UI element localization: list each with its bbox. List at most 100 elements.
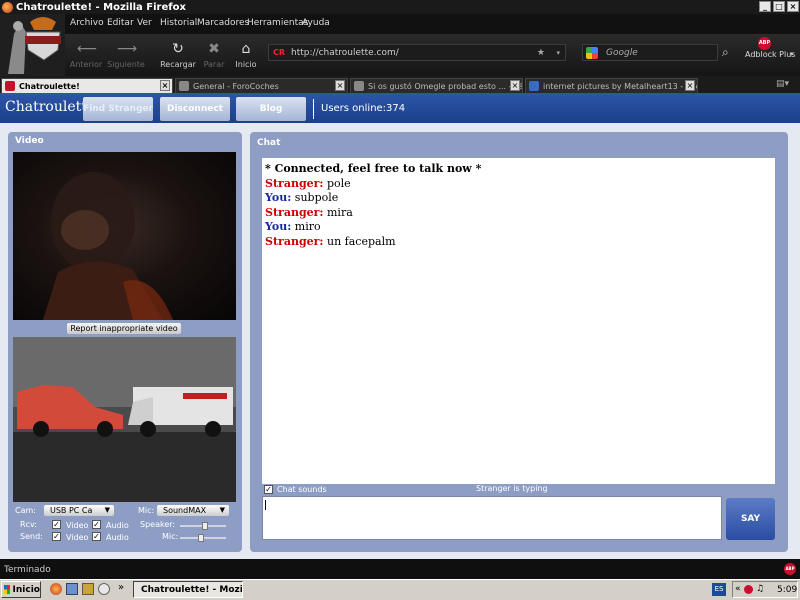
message-text: mira (327, 205, 353, 219)
message-sender: Stranger: (265, 176, 324, 190)
message-sender: Stranger: (265, 205, 324, 219)
rcv-video-checkbox[interactable]: ✓ (52, 520, 61, 529)
status-bar: Terminado ABP (0, 559, 800, 579)
back-button[interactable]: ⟵ Anterior (66, 39, 106, 73)
adblock-tray-icon[interactable] (744, 585, 753, 594)
forocoches-favicon-icon (179, 81, 189, 91)
taskbar-item-firefox[interactable]: Chatroulette! - Mozill... (133, 581, 243, 598)
adblock-label[interactable]: Adblock Plus (745, 50, 795, 59)
report-video-button[interactable]: Report inappropriate video (67, 323, 181, 334)
status-text: Terminado (4, 565, 51, 575)
start-button[interactable]: Inicio (1, 581, 41, 598)
reload-icon: ↻ (172, 41, 184, 57)
find-stranger-button[interactable]: Find Stranger (83, 97, 153, 121)
url-bar[interactable]: CR http://chatroulette.com/ ★ ▾ (268, 44, 566, 61)
close-window-button[interactable]: × (787, 1, 799, 12)
speaker-tray-icon[interactable]: ♫ (756, 584, 764, 594)
send-audio-checkbox[interactable]: ✓ (92, 532, 101, 541)
chevron-down-icon: ▼ (219, 506, 225, 514)
rcv-audio-label: Audio (106, 521, 129, 530)
stranger-video (13, 152, 236, 320)
message-sender: Stranger: (265, 234, 324, 248)
reload-button[interactable]: ↻ Recargar (158, 39, 198, 73)
tab-close-icon[interactable]: × (685, 80, 695, 91)
say-button[interactable]: SAY (726, 498, 775, 540)
chat-message-input[interactable] (262, 496, 722, 540)
bookmark-star-icon[interactable]: ★ (537, 48, 545, 58)
forum-favicon-icon (354, 81, 364, 91)
message-sender: You: (265, 220, 292, 233)
users-online-count: Users online:374 (321, 103, 406, 114)
search-placeholder: Google (606, 47, 638, 58)
maximize-button[interactable]: □ (773, 1, 785, 12)
tab-photobucket[interactable]: internet pictures by Metalheart13 - Pho.… (525, 78, 698, 93)
search-icon[interactable]: ⌕ (722, 45, 729, 60)
send-video-checkbox[interactable]: ✓ (52, 532, 61, 541)
blog-button[interactable]: Blog (236, 97, 306, 121)
photobucket-favicon-icon (529, 81, 539, 91)
speaker-slider-knob[interactable] (202, 522, 208, 530)
search-input[interactable]: Google (582, 44, 718, 61)
window-title: Chatroulette! - Mozilla Firefox (16, 1, 186, 13)
tab-close-icon[interactable]: × (335, 80, 345, 91)
menu-ayuda[interactable]: Ayuda (302, 18, 330, 28)
chat-sounds-checkbox[interactable]: ✓ (264, 485, 273, 494)
mic-volume-slider[interactable] (180, 534, 226, 542)
my-webcam-video (13, 337, 236, 502)
disconnect-button[interactable]: Disconnect (160, 97, 230, 121)
rcv-audio-checkbox[interactable]: ✓ (92, 520, 101, 529)
system-message: * Connected, feel free to talk now * (265, 162, 482, 175)
explorer-quicklaunch-icon[interactable] (66, 583, 78, 595)
chat-message: Stranger: pole (265, 177, 772, 192)
folder-quicklaunch-icon[interactable] (82, 583, 94, 595)
message-text: pole (327, 176, 351, 190)
chat-panel-title: Chat (257, 138, 281, 148)
header-divider (313, 99, 314, 119)
chat-message: You: subpole (265, 191, 772, 206)
minimize-button[interactable]: _ (759, 1, 771, 12)
menu-ver[interactable]: Ver (137, 18, 152, 28)
tray-expand-icon[interactable]: « (735, 584, 741, 594)
menu-marcadores[interactable]: Marcadores (197, 18, 249, 28)
menu-archivo[interactable]: Archivo (70, 18, 104, 28)
adblock-status-icon[interactable]: ABP (784, 563, 796, 575)
video-panel-title: Video (15, 136, 44, 146)
adblock-dropdown-icon[interactable]: ▾ (790, 50, 794, 58)
quicklaunch-more-icon[interactable]: » (118, 582, 124, 593)
window-titlebar: Chatroulette! - Mozilla Firefox _ □ × (0, 0, 800, 14)
message-sender: You: (265, 191, 292, 204)
message-text: un facepalm (327, 234, 396, 248)
adblock-icon[interactable]: ABP (758, 37, 771, 50)
mic-slider-knob[interactable] (198, 534, 204, 542)
menu-historial[interactable]: Historial (160, 18, 197, 28)
tab-forocoches[interactable]: General - ForoCoches × (175, 78, 348, 93)
tab-list-icon[interactable]: ▤▾ (776, 79, 789, 89)
cam-select[interactable]: USB PC Ca ▼ (44, 505, 114, 516)
send-video-label: Video (66, 533, 89, 542)
rcv-label: Rcv: (20, 520, 37, 529)
cam-label: Cam: (15, 506, 36, 515)
mic-select[interactable]: SoundMAX ▼ (157, 505, 229, 516)
app-quicklaunch-icon[interactable] (98, 583, 110, 595)
speaker-label: Speaker: (140, 520, 176, 529)
tab-omegle-thread[interactable]: Si os gustó Omegle probad esto ... - Pá.… (350, 78, 523, 93)
typing-status: Stranger is typing (476, 484, 548, 493)
home-button[interactable]: ⌂ Inicio (226, 39, 266, 73)
chatroulette-logo[interactable]: Chatroulette (5, 99, 95, 115)
menu-herramientas[interactable]: Herramientas (247, 18, 308, 28)
forward-button[interactable]: ⟶ Siguiente (106, 39, 146, 73)
tab-chatroulette[interactable]: Chatroulette! × (1, 78, 173, 93)
message-list: Stranger: pole You: subpole Stranger: mira… (265, 177, 772, 250)
speaker-volume-slider[interactable] (180, 522, 226, 530)
tab-close-icon[interactable]: × (510, 80, 520, 91)
windows-logo-icon (4, 585, 10, 594)
theme-logo-image (0, 14, 65, 76)
chat-sounds-label: Chat sounds (277, 485, 327, 494)
google-icon (586, 46, 598, 59)
url-text: http://chatroulette.com/ (291, 47, 399, 58)
url-dropdown-icon[interactable]: ▾ (556, 49, 560, 57)
firefox-quicklaunch-icon[interactable] (50, 583, 62, 595)
menu-editar[interactable]: Editar (107, 18, 134, 28)
tab-close-icon[interactable]: × (160, 80, 170, 91)
language-indicator[interactable]: ES (712, 583, 726, 596)
